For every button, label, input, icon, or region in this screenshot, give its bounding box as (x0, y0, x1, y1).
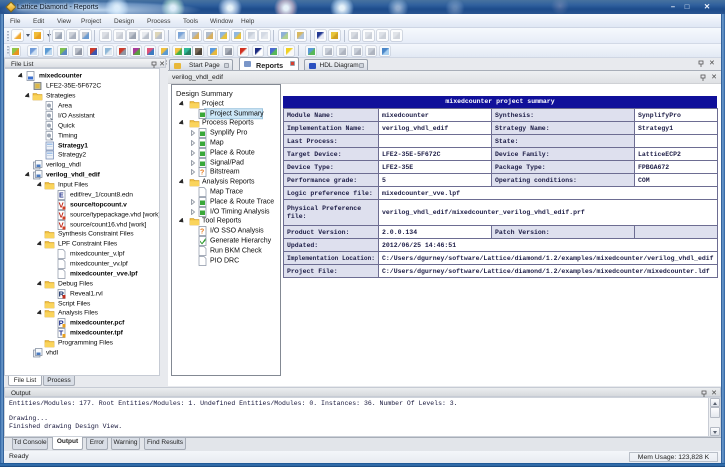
svg-text:?: ? (200, 229, 204, 236)
svg-text:?: ? (200, 170, 204, 177)
svg-text:E: E (59, 192, 64, 199)
